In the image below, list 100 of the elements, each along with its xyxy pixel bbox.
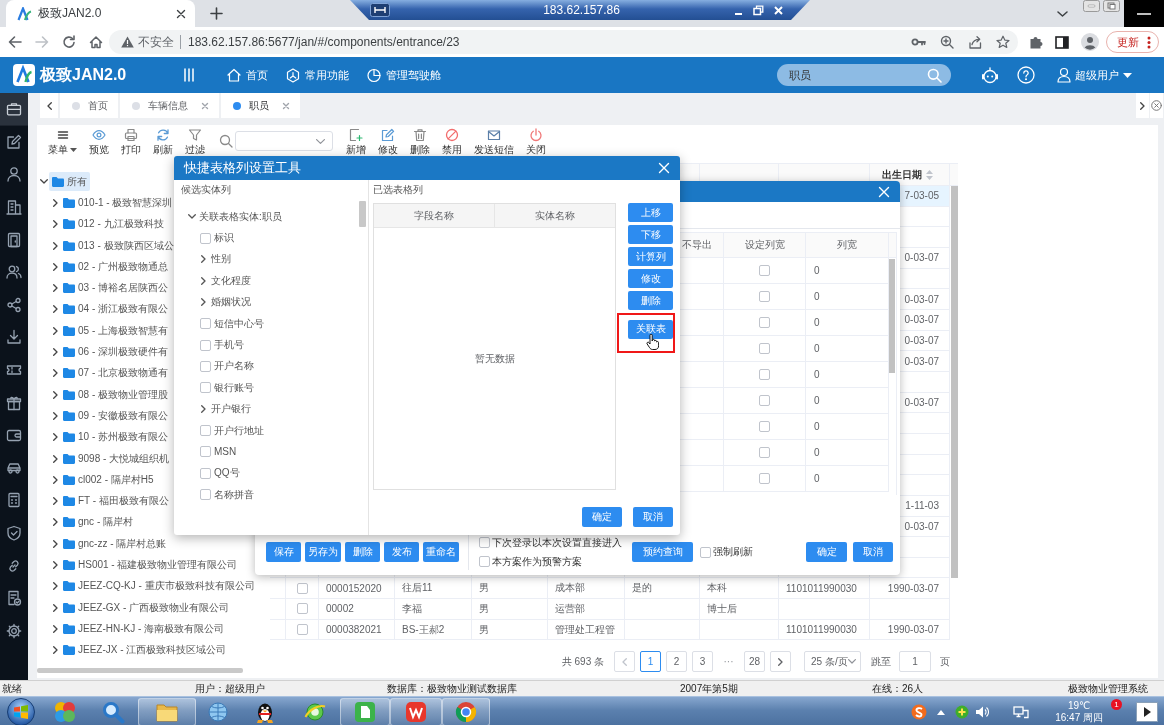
toolbar-button[interactable]: 删除 <box>404 125 436 156</box>
nav-link[interactable]: 首页 <box>227 67 269 83</box>
nav-link[interactable]: 管理驾驶舱 <box>367 67 442 83</box>
checkbox[interactable] <box>759 265 770 276</box>
chevron-right-icon[interactable] <box>53 305 58 314</box>
checkbox[interactable] <box>296 624 308 636</box>
reload-icon[interactable] <box>62 35 76 49</box>
toolbar-button[interactable]: 过滤 <box>179 125 211 156</box>
checkbox[interactable] <box>759 369 770 380</box>
checkbox[interactable] <box>200 360 211 372</box>
page-button[interactable]: 2 <box>666 651 687 673</box>
chevron-right-icon[interactable] <box>53 539 58 548</box>
settings-icon[interactable] <box>6 622 22 639</box>
toolbar-button[interactable]: 刷新 <box>147 125 179 156</box>
page-size-select[interactable]: 25 条/页 <box>804 651 861 673</box>
tree-node[interactable]: 文化程度 <box>211 273 251 288</box>
tree-node[interactable]: 02 - 广州极致物通总 <box>60 257 171 277</box>
plus-icon[interactable] <box>210 7 223 20</box>
toolbar-button[interactable]: 新增 <box>340 125 372 156</box>
checkbox[interactable] <box>759 317 770 328</box>
toolbar-button[interactable]: 菜单 <box>42 125 83 156</box>
toolbar-button[interactable]: 发送短信 <box>468 125 520 156</box>
chevron-right-icon[interactable] <box>201 276 206 285</box>
chevron-right-icon[interactable] <box>53 475 58 484</box>
page-button[interactable]: 28 <box>744 651 765 673</box>
help-icon[interactable] <box>1017 66 1035 84</box>
tree-node[interactable]: JEEZ-JX - 江西极致科技区域公司 <box>60 640 230 660</box>
briefcase-icon[interactable] <box>0 93 28 126</box>
page-button[interactable]: 3 <box>692 651 713 673</box>
chevron-right-icon[interactable] <box>53 284 58 293</box>
speaker-icon[interactable] <box>975 705 990 719</box>
toolbar-button[interactable]: 禁用 <box>436 125 468 156</box>
close-icon[interactable] <box>176 8 186 19</box>
checkbox[interactable] <box>759 343 770 354</box>
checkbox[interactable] <box>759 447 770 458</box>
checkbox[interactable] <box>200 446 211 458</box>
side-panel-icon[interactable] <box>1055 35 1069 49</box>
play-icon[interactable] <box>1136 702 1158 722</box>
chevron-right-icon[interactable] <box>53 411 58 420</box>
close-all-button[interactable] <box>1150 93 1163 118</box>
page-input[interactable]: 1 <box>899 651 931 673</box>
checkbox[interactable] <box>296 603 308 615</box>
back-icon[interactable] <box>8 35 22 49</box>
puzzle-icon[interactable] <box>1029 35 1043 49</box>
chevron-right-icon[interactable] <box>53 369 58 378</box>
toolbar-button[interactable]: 关闭 <box>520 125 552 156</box>
chevron-right-icon[interactable] <box>53 603 58 612</box>
document-check-icon[interactable] <box>6 590 22 607</box>
security-label[interactable]: 不安全 <box>138 33 174 51</box>
door-icon[interactable] <box>6 231 22 248</box>
page-button[interactable]: 1 <box>640 651 661 673</box>
checkbox[interactable] <box>200 382 211 394</box>
tree-node[interactable]: 010-1 - 极致智慧深圳 <box>60 193 176 213</box>
checkbox[interactable] <box>759 395 770 406</box>
checkbox[interactable] <box>479 556 490 567</box>
chevron-right-icon[interactable] <box>53 561 58 569</box>
chevron-right-icon[interactable] <box>53 198 58 207</box>
star-icon[interactable] <box>996 35 1010 49</box>
page-tab[interactable]: 职员 <box>221 93 300 118</box>
chevron-right-icon[interactable] <box>201 405 206 414</box>
page-tab[interactable]: 车辆信息 <box>120 93 219 118</box>
browser-tab[interactable]: 极致JAN2.0 <box>6 0 195 27</box>
tree-node[interactable]: 所有 <box>49 172 90 192</box>
chevron-right-icon[interactable] <box>201 255 206 264</box>
checkbox[interactable] <box>479 537 490 548</box>
wallet-icon[interactable] <box>6 427 22 444</box>
checkbox[interactable] <box>759 421 770 432</box>
chevron-right-icon[interactable] <box>53 497 58 506</box>
checkbox[interactable] <box>200 339 211 351</box>
tree-node[interactable]: 05 - 上海极致智慧有 <box>60 321 171 341</box>
tree-node[interactable]: JEEZ-CQ-KJ - 重庆市极致科技有限公司 <box>60 576 258 596</box>
minimize-icon[interactable] <box>1124 0 1164 27</box>
download-icon[interactable] <box>6 329 22 346</box>
chevron-right-icon[interactable] <box>53 326 58 335</box>
table-row[interactable]: 00002 李福 男 运营部 博士后 <box>270 599 950 620</box>
tree-node[interactable]: 关联表格实体:职员 <box>199 209 282 224</box>
gift-icon[interactable] <box>6 394 22 411</box>
page-tab[interactable]: 首页 <box>60 93 118 118</box>
restore-icon[interactable] <box>1103 0 1120 12</box>
user-icon[interactable] <box>6 166 22 183</box>
home-icon[interactable] <box>89 35 103 49</box>
checkbox[interactable] <box>759 291 770 302</box>
chevron-right-icon[interactable] <box>53 348 58 356</box>
tree-node[interactable]: 012 - 九江极致科技 <box>60 214 167 234</box>
tree-node[interactable]: 013 - 极致陕西区域公 <box>60 236 177 256</box>
tree-node[interactable]: gnc - 隔岸村 <box>60 512 136 532</box>
checkbox[interactable] <box>200 489 211 501</box>
chevron-down-icon[interactable] <box>1057 10 1068 17</box>
search-field[interactable]: 职员 <box>777 64 951 86</box>
monitor-icon[interactable] <box>1013 705 1030 719</box>
chevron-right-icon[interactable] <box>53 454 58 463</box>
toolbar-button[interactable]: 打印 <box>115 125 147 156</box>
tree-node[interactable]: 婚姻状况 <box>211 295 251 310</box>
tree-node[interactable]: 9098 - 大悦城组织机 <box>60 449 173 468</box>
checkbox[interactable] <box>200 425 211 437</box>
edit-icon[interactable] <box>6 133 22 150</box>
shield-check-icon[interactable] <box>6 525 22 541</box>
nav-link[interactable]: 常用功能 <box>286 67 350 83</box>
chevron-right-icon[interactable] <box>53 582 58 591</box>
tree-node[interactable]: gnc-zz - 隔岸村总账 <box>60 534 170 554</box>
